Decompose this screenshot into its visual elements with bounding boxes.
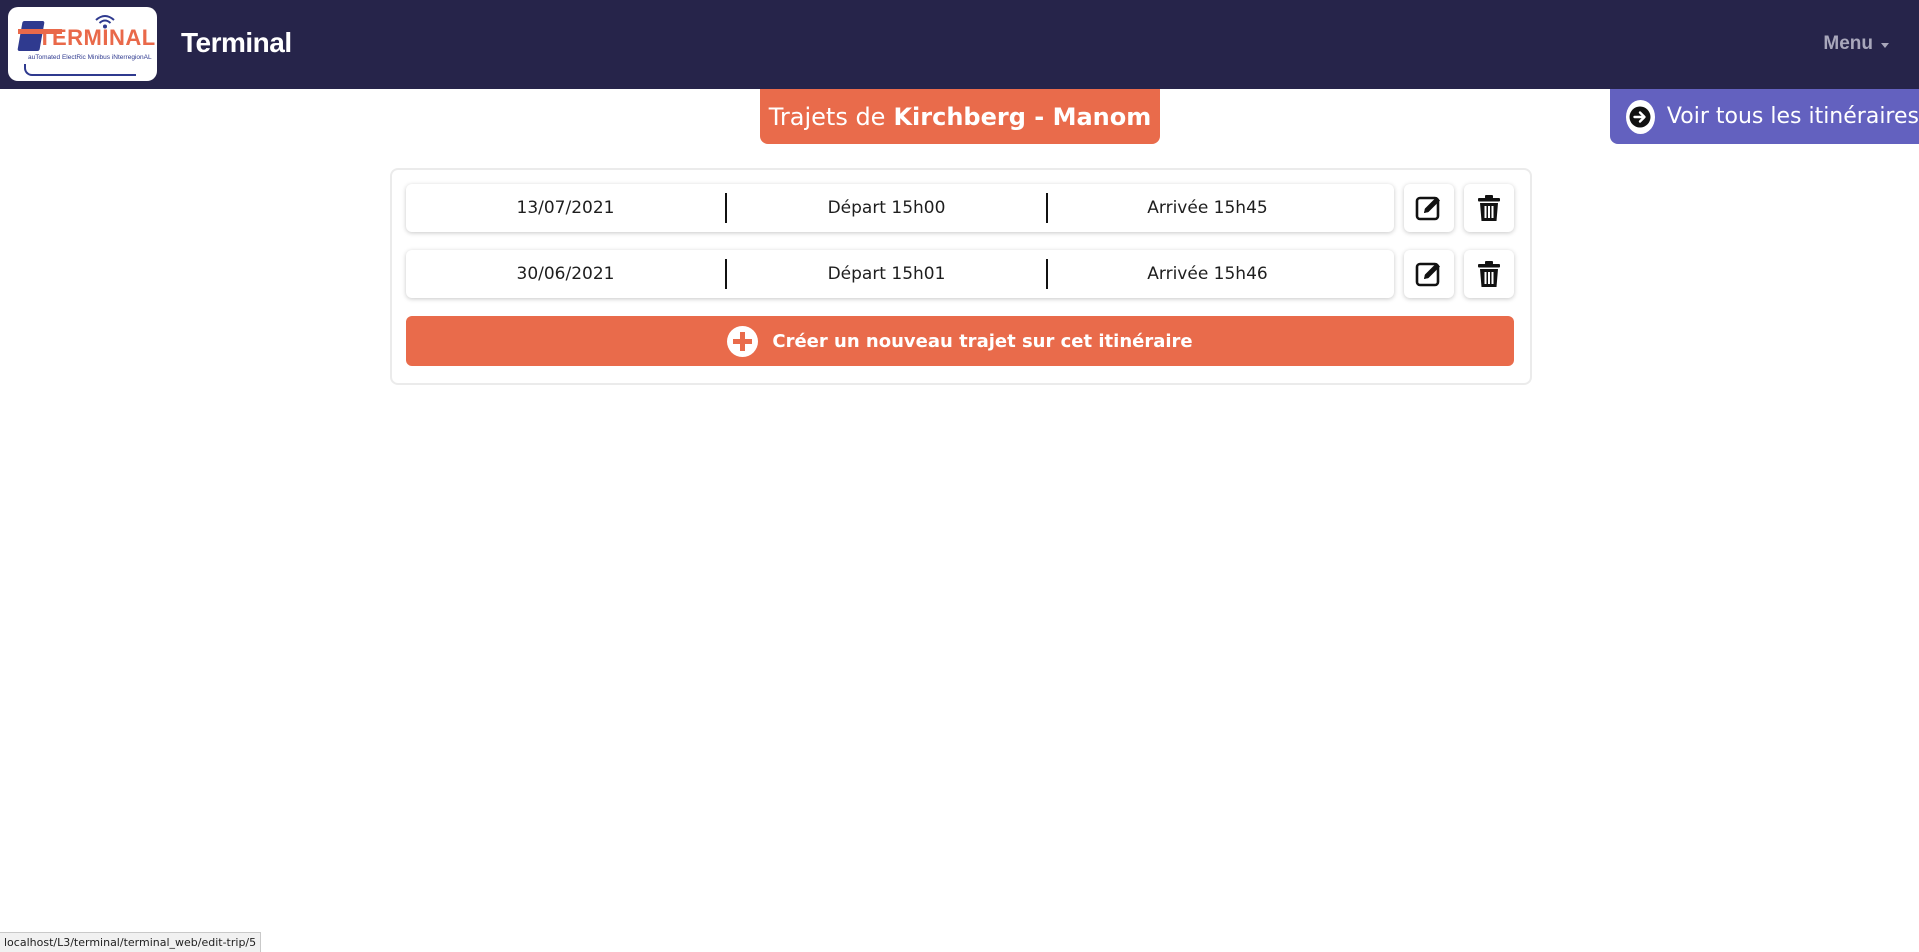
pencil-square-icon	[1415, 262, 1440, 287]
navbar: TERMINAL auTomated ElectRic Minibus iNte…	[0, 0, 1919, 89]
app-title[interactable]: Terminal	[181, 27, 292, 59]
status-bar-url: localhost/L3/terminal/terminal_web/edit-…	[0, 932, 262, 952]
trips-panel: 13/07/2021 Départ 15h00 Arrivée 15h45 30…	[390, 168, 1532, 385]
create-trip-label: Créer un nouveau trajet sur cet itinérai…	[772, 330, 1193, 352]
trip-arrival: Arrivée 15h46	[1147, 264, 1268, 284]
pencil-square-icon	[1415, 196, 1440, 221]
trip-departure: Départ 15h00	[827, 198, 946, 218]
trip-departure: Départ 15h01	[827, 264, 946, 284]
edit-trip-button[interactable]	[1404, 250, 1454, 298]
page-title-prefix: Trajets de	[768, 102, 886, 131]
arrow-right-circle-icon	[1626, 99, 1655, 134]
trip-arrival: Arrivée 15h45	[1147, 198, 1268, 218]
caret-down-icon	[1881, 42, 1889, 48]
plus-circle-icon	[727, 325, 759, 357]
logo-bus-outline	[24, 64, 136, 76]
delete-trip-button[interactable]	[1464, 184, 1514, 232]
create-trip-button[interactable]: Créer un nouveau trajet sur cet itinérai…	[406, 316, 1514, 366]
trip-row[interactable]: 30/06/2021 Départ 15h01 Arrivée 15h46	[406, 250, 1394, 298]
trash-icon	[1478, 195, 1500, 221]
page-title: Trajets de Kirchberg - Manom	[760, 89, 1160, 144]
trash-icon	[1478, 261, 1500, 287]
edit-trip-button[interactable]	[1404, 184, 1454, 232]
all-routes-label: Voir tous les itinéraires	[1666, 104, 1919, 129]
logo-tagline: auTomated ElectRic Minibus iNterregionAL	[28, 54, 152, 61]
trip-date: 30/06/2021	[516, 264, 615, 284]
delete-trip-button[interactable]	[1464, 250, 1514, 298]
all-routes-button[interactable]: Voir tous les itinéraires	[1610, 89, 1919, 144]
logo[interactable]: TERMINAL auTomated ElectRic Minibus iNte…	[8, 7, 157, 81]
menu-label: Menu	[1823, 33, 1873, 54]
page-title-route: Kirchberg - Manom	[893, 102, 1152, 131]
wifi-icon	[95, 15, 115, 29]
trip-date: 13/07/2021	[516, 198, 615, 218]
menu-dropdown[interactable]: Menu	[1823, 33, 1889, 55]
trip-row[interactable]: 13/07/2021 Départ 15h00 Arrivée 15h45	[406, 184, 1394, 232]
